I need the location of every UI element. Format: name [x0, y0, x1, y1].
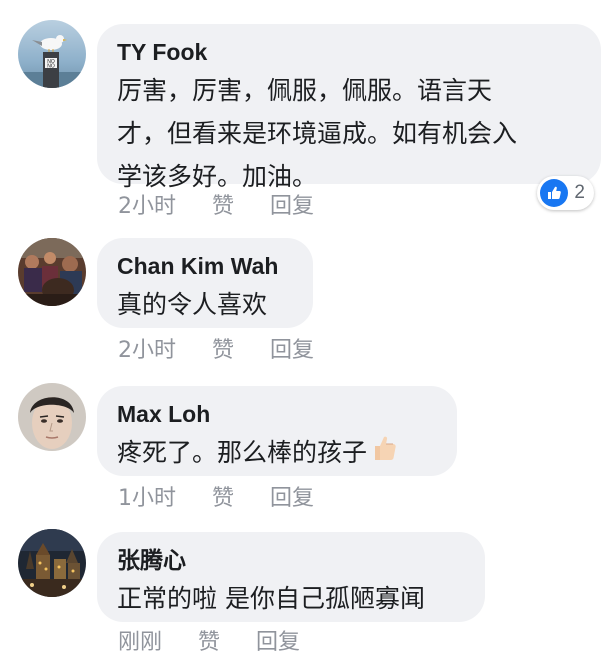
reply-button[interactable]: 回复 — [270, 332, 314, 364]
reply-button[interactable]: 回复 — [256, 624, 300, 656]
avatar[interactable]: NO NO — [18, 20, 86, 88]
face-photo-avatar — [18, 383, 86, 451]
avatar[interactable] — [18, 383, 86, 451]
comment-timestamp[interactable]: 1小时 — [118, 480, 176, 512]
comment-text-line: 正常的啦 是你自己孤陋寡闻 — [117, 584, 425, 613]
comment-bubble: TY Fook 厉害，厉害，佩服，佩服。语言天 才，但看来是环境逼成。如有机会入… — [97, 24, 601, 191]
comment-text-line: 疼死了。那么棒的孩子 — [117, 438, 368, 467]
comment-author[interactable]: Max Loh — [117, 400, 435, 428]
comment-author[interactable]: Chan Kim Wah — [117, 252, 291, 280]
comment-actions: 1小时 赞 回复 — [118, 480, 314, 512]
thumbs-up-emoji — [369, 433, 399, 476]
like-button[interactable]: 赞 — [198, 624, 220, 656]
comment-author[interactable]: 张腾心 — [117, 546, 463, 574]
reply-button[interactable]: 回复 — [270, 188, 314, 220]
comment-text: 疼死了。那么棒的孩子 — [117, 431, 435, 476]
night-city-avatar — [18, 529, 86, 597]
comment-timestamp[interactable]: 2小时 — [118, 332, 176, 364]
comment-thread: NO NO TY Fook 厉害，厉害，佩服，佩服。语言天 才，但看来是环境逼成… — [0, 0, 616, 664]
comment-bubble: Chan Kim Wah 真的令人喜欢 — [97, 238, 313, 328]
reaction-summary[interactable]: 2 — [537, 176, 594, 210]
comment-text: 正常的啦 是你自己孤陋寡闻 — [117, 577, 463, 620]
comment-actions: 刚刚 赞 回复 — [118, 624, 300, 656]
comment-actions: 2小时 赞 回复 — [118, 332, 314, 364]
comment-timestamp[interactable]: 2小时 — [118, 188, 176, 220]
avatar-sign-text: NO — [47, 64, 55, 70]
comment-author[interactable]: TY Fook — [117, 38, 579, 66]
comment-bubble: 张腾心 正常的啦 是你自己孤陋寡闻 — [97, 532, 485, 622]
like-button[interactable]: 赞 — [212, 188, 234, 220]
seagull-on-post-avatar: NO NO — [18, 20, 86, 88]
comment-bubble: Max Loh 疼死了。那么棒的孩子 — [97, 386, 457, 476]
like-button[interactable]: 赞 — [212, 480, 234, 512]
avatar[interactable] — [18, 529, 86, 597]
comment-actions: 2小时 赞 回复 — [118, 188, 314, 220]
comment-text: 厉害，厉害，佩服，佩服。语言天 才，但看来是环境逼成。如有机会入 学该多好。加油… — [117, 69, 579, 198]
like-button[interactable]: 赞 — [212, 332, 234, 364]
avatar[interactable] — [18, 238, 86, 306]
comment-text-line: 真的令人喜欢 — [117, 290, 268, 319]
thumbs-up-icon — [540, 179, 569, 207]
reaction-count: 2 — [574, 182, 585, 203]
comment-timestamp[interactable]: 刚刚 — [118, 624, 162, 656]
comment-text-line: 厉害，厉害，佩服，佩服。语言天 — [117, 76, 493, 105]
comment-text: 真的令人喜欢 — [117, 283, 291, 326]
reply-button[interactable]: 回复 — [270, 480, 314, 512]
comment-text-line: 才，但看来是环境逼成。如有机会入 — [117, 119, 518, 148]
crowd-photo-avatar — [18, 238, 86, 306]
